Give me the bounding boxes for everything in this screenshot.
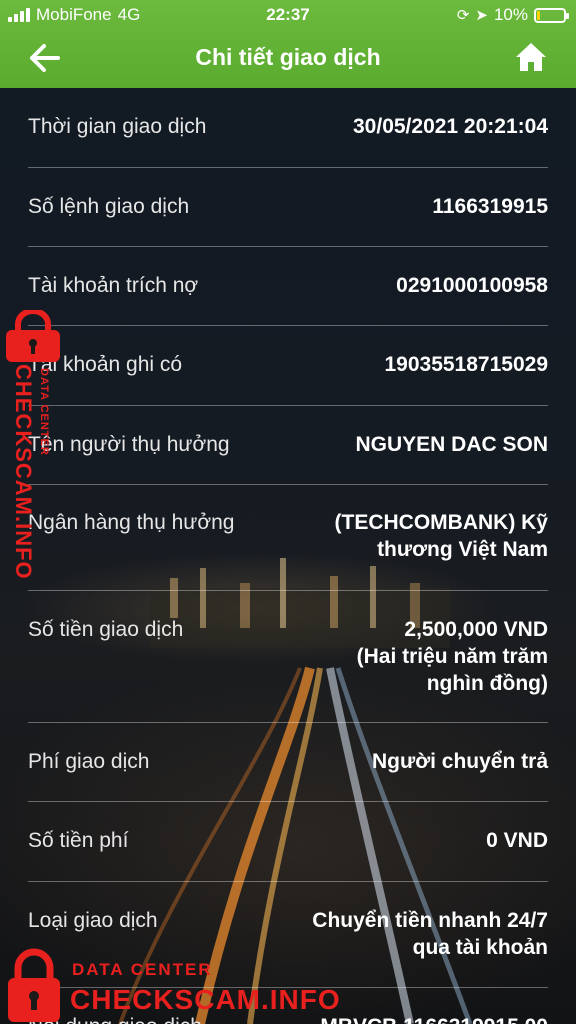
detail-value: 30/05/2021 20:21:04 xyxy=(248,113,548,140)
detail-row: Tài khoản trích nợ 0291000100958 xyxy=(28,247,548,326)
detail-value: 19035518715029 xyxy=(248,351,548,378)
detail-row: Phí giao dịch Người chuyển trả xyxy=(28,723,548,802)
detail-value: 1166319915 xyxy=(248,193,548,220)
page-title: Chi tiết giao dịch xyxy=(195,44,381,70)
detail-value-line: nghìn đồng) xyxy=(426,672,548,695)
detail-label: Tài khoản ghi có xyxy=(28,353,183,376)
battery-percent: 10% xyxy=(493,5,528,24)
watermark-sub-vertical: DATA CENTER xyxy=(38,368,50,456)
location-arrow-icon: ➤ xyxy=(475,7,488,24)
detail-row: Số tiền phí 0 VND xyxy=(28,802,548,882)
detail-value: NGUYEN DAC SON xyxy=(248,431,548,458)
detail-value-line: Chuyển tiền nhanh 24/7 xyxy=(312,909,548,932)
detail-value: 0 VND xyxy=(248,827,548,854)
detail-row: Ngân hàng thụ hưởng (TECHCOMBANK) Kỹ thươn… xyxy=(28,485,548,591)
detail-row: Số tiền giao dịch 2,500,000 VND (Hai triệu… xyxy=(28,591,548,723)
detail-label: Số tiền giao dịch xyxy=(28,618,184,641)
detail-label: Thời gian giao dịch xyxy=(28,115,207,138)
detail-value-line: NGUYEN DAC SON xyxy=(355,433,548,456)
detail-label: Phí giao dịch xyxy=(28,750,150,773)
rotation-lock-icon: ⟳ xyxy=(456,7,470,24)
detail-value-line: 2,500,000 VND xyxy=(404,618,548,641)
top-bar: MobiFone 4G 22:37 ⟳ ➤ 10% Chi tiết giao … xyxy=(0,0,576,88)
home-icon[interactable] xyxy=(514,41,548,73)
battery-icon xyxy=(534,7,569,23)
detail-value-line: 19035518715029 xyxy=(384,353,548,376)
detail-value: (TECHCOMBANK) Kỹ thương Việt Nam xyxy=(248,509,549,563)
detail-label: Tài khoản trích nợ xyxy=(28,274,199,297)
status-bar: MobiFone 4G 22:37 ⟳ ➤ 10% xyxy=(0,0,576,30)
watermark-bottom: DATA CENTER CHECKSCAM.INFO xyxy=(0,944,576,1024)
detail-value: 0291000100958 xyxy=(248,272,548,299)
lock-icon xyxy=(8,948,60,1022)
detail-value-line: 0 VND xyxy=(486,829,548,852)
header: Chi tiết giao dịch xyxy=(0,30,576,88)
watermark-brand: CHECKSCAM.INFO xyxy=(70,984,341,1015)
detail-value-line: (TECHCOMBANK) Kỹ xyxy=(334,511,549,534)
detail-value: 2,500,000 VND (Hai triệu năm trăm nghìn đồ… xyxy=(248,616,548,697)
detail-value-line: (Hai triệu năm trăm xyxy=(356,645,548,668)
watermark-sub: DATA CENTER xyxy=(72,960,213,979)
detail-row: Số lệnh giao dịch 1166319915 xyxy=(28,168,548,247)
detail-value-line: 0291000100958 xyxy=(396,274,548,297)
detail-value-line: 1166319915 xyxy=(432,195,548,218)
detail-label: Tên người thụ hưởng xyxy=(28,433,230,456)
detail-value: Người chuyển trả xyxy=(248,748,548,775)
detail-value-line: 30/05/2021 20:21:04 xyxy=(353,115,548,138)
detail-value-line: thương Việt Nam xyxy=(377,538,548,561)
detail-label: Số tiền phí xyxy=(28,829,129,852)
detail-label: Ngân hàng thụ hưởng xyxy=(28,511,235,534)
detail-label: Loại giao dịch xyxy=(28,909,158,932)
detail-value-line: Người chuyển trả xyxy=(372,750,548,773)
detail-row: Tên người thụ hưởng NGUYEN DAC SON xyxy=(28,406,548,485)
detail-label: Số lệnh giao dịch xyxy=(28,195,190,218)
watermark-brand-vertical: CHECKSCAM.INFO xyxy=(11,364,36,580)
detail-row: Tài khoản ghi có 19035518715029 xyxy=(28,326,548,406)
detail-row: Thời gian giao dịch 30/05/2021 20:21:04 xyxy=(28,88,548,168)
